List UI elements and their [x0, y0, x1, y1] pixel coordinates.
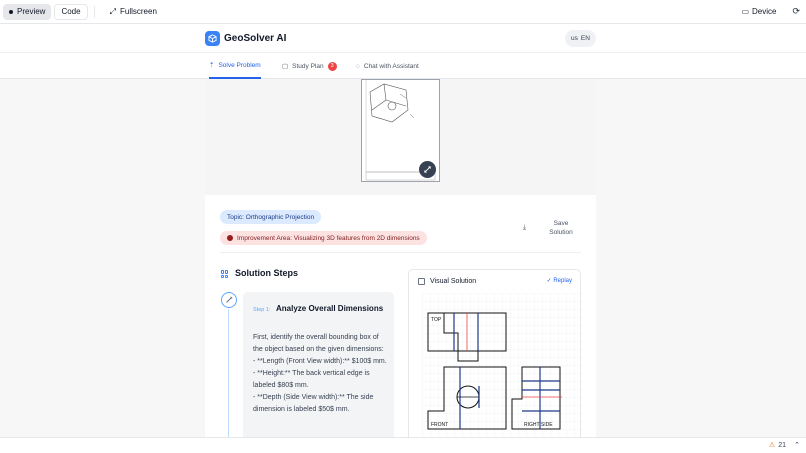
status-bar: ⚠ 21 ⌃: [0, 437, 806, 453]
replay-label: Replay: [553, 278, 572, 284]
section-divider: [220, 252, 581, 253]
download-icon: ⤓: [523, 224, 527, 231]
step-line: - **Length (Front View width):** $100$ m…: [253, 358, 387, 365]
image-icon: [418, 278, 425, 285]
fullscreen-button[interactable]: ⤢ Fullscreen: [104, 4, 163, 20]
preview-button[interactable]: Preview: [3, 3, 52, 20]
chat-icon: ◌: [356, 62, 360, 70]
topic-tag: Topic: Orthographic Projection: [220, 210, 322, 224]
warnings-indicator[interactable]: ⚠ 21: [768, 441, 786, 450]
dot-icon: [9, 9, 13, 14]
app-frame: GeoSolver AI us EN ⇡ Solve Problem ▢ Study …: [0, 24, 806, 437]
warning-count: 21: [778, 441, 786, 449]
front-label: FRONT: [431, 422, 448, 428]
device-button[interactable]: ▭ Device: [735, 4, 782, 20]
chevron-up-icon[interactable]: ⌃: [794, 441, 800, 449]
topic-text: Topic: Orthographic Projection: [227, 213, 315, 221]
warning-icon: ⚠: [768, 442, 776, 449]
step-connector: [228, 309, 229, 437]
pencil-icon: [221, 292, 237, 308]
tab-solve-problem[interactable]: ⇡ Solve Problem: [209, 53, 261, 79]
step-number: Step 1:: [253, 307, 271, 313]
grid-icon: [221, 270, 229, 278]
improvement-text: Improvement Area: Visualizing 3D feature…: [237, 234, 420, 242]
solution-steps-title: Solution Steps: [235, 268, 298, 278]
right-side-label: RIGHT SIDE: [524, 422, 553, 428]
toolbar-divider: [93, 5, 95, 18]
refresh-icon[interactable]: ⟳: [792, 6, 800, 17]
code-button[interactable]: Code: [54, 3, 88, 20]
preview-label: Preview: [17, 7, 46, 16]
code-label: Code: [61, 7, 81, 16]
step-line: - **Depth (Side View width):** The side …: [253, 394, 374, 413]
step-line: - **Height:** The back vertical edge is …: [253, 370, 370, 389]
preview-toolbar: Preview Code ⤢ Fullscreen ▭ Device ⟳: [0, 0, 806, 24]
step-line: First, identify the overall bounding box…: [253, 334, 384, 353]
language-code: EN: [580, 35, 590, 42]
step-title: Analyze Overall Dimensions: [276, 304, 384, 313]
visual-solution-title: Visual Solution: [430, 278, 477, 285]
tab-study-plan[interactable]: ▢ Study Plan 3: [282, 53, 337, 79]
tab-label: Chat with Assistant: [363, 62, 419, 70]
tab-label: Solve Problem: [218, 61, 261, 69]
tab-bar: ⇡ Solve Problem ▢ Study Plan 3 ◌ Chat with A…: [0, 53, 806, 79]
tab-label: Study Plan: [292, 62, 324, 70]
expand-icon: ⤢: [109, 6, 116, 16]
save-solution-button[interactable]: ⤓ Save Solution: [523, 219, 577, 237]
notification-badge: 3: [327, 61, 337, 71]
alert-icon: [227, 235, 233, 241]
brand-title: GeoSolver AI: [224, 33, 287, 44]
replay-button[interactable]: ✓ Replay: [547, 277, 572, 284]
visual-solution-card: Visual Solution ✓ Replay TOP FRONT RIGHT…: [408, 269, 582, 437]
book-icon: ▢: [282, 63, 289, 70]
solution-panel: Topic: Orthographic Projection Improveme…: [205, 79, 596, 437]
app-header: GeoSolver AI us EN: [0, 24, 806, 53]
image-preview-area: [205, 79, 596, 195]
monitor-icon: ▭: [741, 7, 749, 16]
language-switcher[interactable]: us EN: [565, 30, 596, 47]
upload-icon: ⇡: [209, 62, 215, 69]
crop-icon: [424, 166, 431, 173]
cube-logo-icon: [205, 31, 220, 46]
step-body: First, identify the overall bounding box…: [253, 332, 389, 416]
device-label: Device: [752, 7, 777, 16]
orthographic-drawing: TOP FRONT RIGHT SIDE: [422, 293, 582, 437]
save-label: Save Solution: [549, 220, 573, 236]
step-card: Step 1: Analyze Overall Dimensions First…: [243, 292, 394, 437]
tab-chat-assistant[interactable]: ◌ Chat with Assistant: [356, 53, 419, 79]
edit-image-button[interactable]: [419, 161, 436, 178]
improvement-tag: Improvement Area: Visualizing 3D feature…: [220, 231, 427, 245]
top-label: TOP: [431, 317, 442, 323]
flag-label: us: [571, 35, 578, 42]
fullscreen-label: Fullscreen: [119, 7, 157, 16]
